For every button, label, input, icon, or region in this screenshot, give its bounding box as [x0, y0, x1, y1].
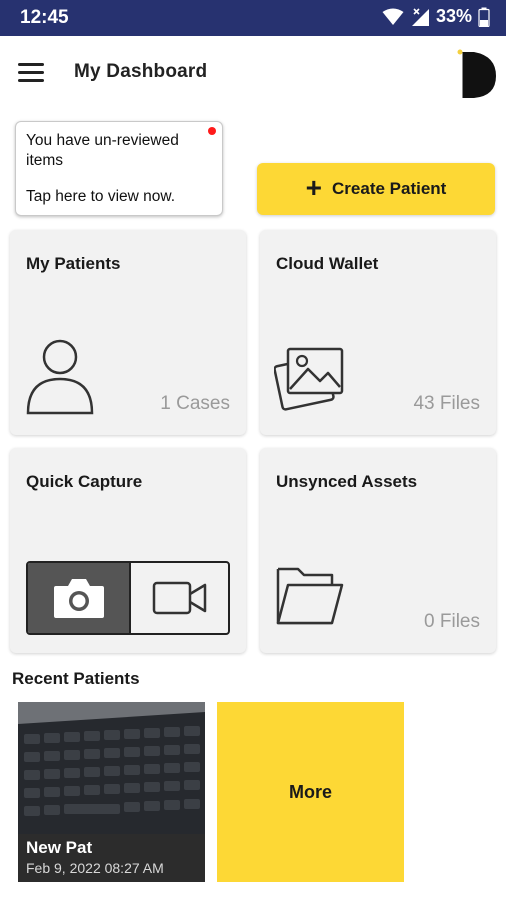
- cases-count: 1 Cases: [160, 393, 230, 414]
- unreviewed-items-notice[interactable]: You have un-reviewed items Tap here to v…: [15, 121, 223, 216]
- hamburger-menu-icon-bar: [18, 79, 44, 82]
- card-title: Unsynced Assets: [276, 472, 418, 491]
- battery-icon: [478, 7, 490, 27]
- recent-patients-heading: Recent Patients: [12, 669, 140, 688]
- photo-capture-button[interactable]: [28, 563, 129, 633]
- create-patient-label: Create Patient: [332, 179, 447, 198]
- hamburger-menu-icon-bar: [18, 71, 44, 74]
- recent-patient-name: New Pat: [26, 838, 93, 857]
- recent-patient-caption: New Pat Feb 9, 2022 08:27 AM: [18, 834, 205, 882]
- battery-percent: 33%: [435, 6, 472, 26]
- cell-signal-icon: [411, 7, 429, 26]
- recent-patient-tile[interactable]: New Pat Feb 9, 2022 08:27 AM: [18, 702, 205, 882]
- menu-button[interactable]: [16, 60, 46, 84]
- create-patient-button[interactable]: + Create Patient: [257, 163, 495, 215]
- quick-capture-card[interactable]: Quick Capture: [10, 448, 246, 653]
- person-icon: [26, 339, 94, 415]
- app-bar: My Dashboard: [0, 36, 506, 112]
- recent-patient-date: Feb 9, 2022 08:27 AM: [26, 860, 164, 876]
- plus-icon: +: [305, 171, 323, 203]
- notice-action-text: Tap here to view now.: [26, 188, 176, 205]
- video-camera-icon: [152, 581, 206, 615]
- card-title: Cloud Wallet: [276, 254, 379, 273]
- more-patients-button[interactable]: More: [217, 702, 404, 882]
- files-count: 0 Files: [424, 611, 480, 632]
- my-patients-card[interactable]: My Patients 1 Cases: [10, 230, 246, 435]
- notification-dot: [208, 127, 216, 135]
- status-bar: 12:45 33%: [0, 0, 506, 36]
- page-title: My Dashboard: [74, 61, 208, 82]
- notice-message: You have un-reviewed items: [26, 132, 179, 169]
- camera-icon: [53, 579, 104, 618]
- files-count: 43 Files: [413, 393, 480, 414]
- image-gallery-icon: [274, 347, 344, 411]
- status-icons: 33%: [382, 6, 490, 27]
- video-capture-button[interactable]: [129, 563, 228, 633]
- unsynced-assets-card[interactable]: Unsynced Assets 0 Files: [260, 448, 496, 653]
- hamburger-menu-icon: [18, 63, 44, 66]
- brand-logo[interactable]: [450, 48, 498, 100]
- status-time: 12:45: [20, 7, 69, 28]
- capture-mode-toggle: [26, 561, 230, 635]
- folder-icon: [276, 567, 344, 625]
- wifi-icon: [382, 8, 404, 25]
- card-title: Quick Capture: [26, 472, 143, 491]
- more-label: More: [288, 781, 332, 802]
- cloud-wallet-card[interactable]: Cloud Wallet 43 Files: [260, 230, 496, 435]
- card-title: My Patients: [26, 254, 121, 273]
